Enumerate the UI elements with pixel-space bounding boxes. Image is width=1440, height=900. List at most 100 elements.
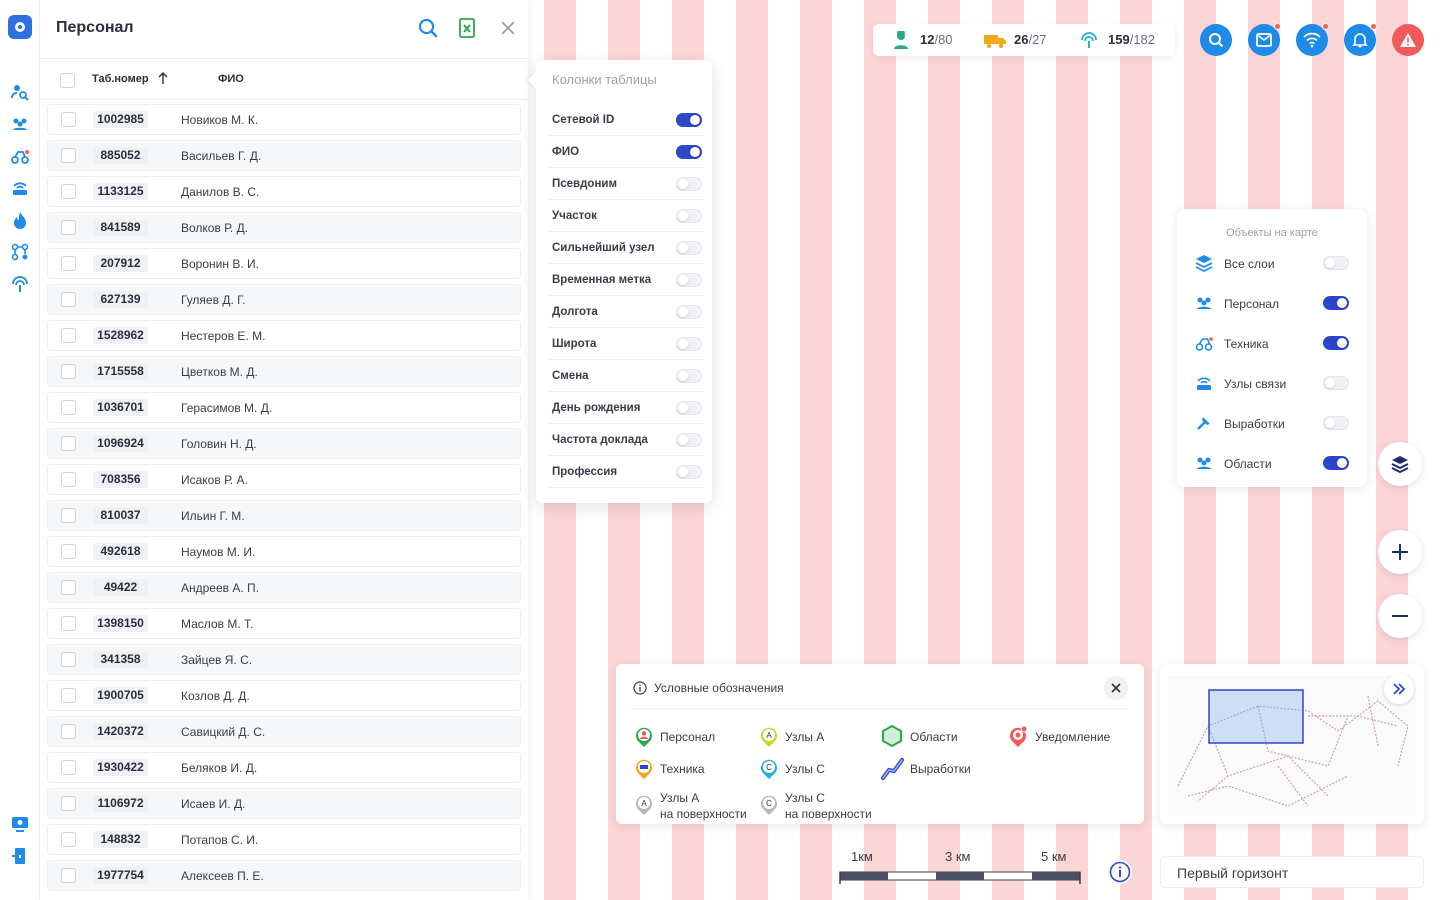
scale-label-5: 5 км xyxy=(1041,849,1067,864)
personnel-search-icon[interactable] xyxy=(10,82,30,102)
person-name: Зайцев Я. С. xyxy=(181,653,253,667)
column-toggle-switch[interactable] xyxy=(676,241,702,255)
alarm-button[interactable] xyxy=(1392,24,1424,56)
vehicle-icon[interactable] xyxy=(10,146,30,166)
table-row[interactable]: 341358 Зайцев Я. С. xyxy=(47,644,521,675)
zoom-in-button[interactable] xyxy=(1378,530,1422,574)
row-checkbox[interactable] xyxy=(61,256,76,271)
layers-button[interactable] xyxy=(1378,442,1422,486)
table-row[interactable]: 1002985 Новиков М. К. xyxy=(47,104,521,135)
table-row[interactable]: 1106972 Исаев И. Д. xyxy=(47,788,521,819)
row-checkbox[interactable] xyxy=(61,148,76,163)
table-row[interactable]: 1528962 Нестеров Е. М. xyxy=(47,320,521,351)
table-row[interactable]: 1977754 Алексеев П. Е. xyxy=(47,860,521,891)
select-all-checkbox[interactable] xyxy=(60,73,75,88)
row-checkbox[interactable] xyxy=(61,364,76,379)
row-checkbox[interactable] xyxy=(61,580,76,595)
table-row[interactable]: 1900705 Козлов Д. Д. xyxy=(47,680,521,711)
legend-nodes-a-surface-line1: Узлы А xyxy=(660,791,700,805)
map-search-button[interactable] xyxy=(1200,24,1232,56)
row-checkbox[interactable] xyxy=(61,652,76,667)
row-checkbox[interactable] xyxy=(61,220,76,235)
row-checkbox[interactable] xyxy=(61,688,76,703)
layer-toggle-switch[interactable] xyxy=(1323,296,1349,310)
row-checkbox[interactable] xyxy=(61,616,76,631)
router-icon[interactable] xyxy=(10,178,30,198)
table-row[interactable]: 627139 Гуляев Д. Г. xyxy=(47,284,521,315)
column-toggle-switch[interactable] xyxy=(676,401,702,415)
logout-icon[interactable] xyxy=(10,846,30,866)
column-tab-number[interactable]: Таб.номер xyxy=(92,72,168,85)
column-toggle-switch[interactable] xyxy=(676,337,702,351)
table-row[interactable]: 207912 Воронин В. И. xyxy=(47,248,521,279)
row-checkbox[interactable] xyxy=(61,724,76,739)
row-checkbox[interactable] xyxy=(61,328,76,343)
table-row[interactable]: 1715558 Цветков М. Д. xyxy=(47,356,521,387)
row-checkbox[interactable] xyxy=(61,544,76,559)
layer-toggle-switch[interactable] xyxy=(1323,336,1349,350)
fire-icon[interactable] xyxy=(10,210,30,230)
excel-export-icon[interactable] xyxy=(456,17,478,39)
network-icon[interactable] xyxy=(10,242,30,262)
columns-popup-title: Колонки таблицы xyxy=(552,72,657,87)
zoom-out-button[interactable] xyxy=(1378,594,1422,638)
table-row[interactable]: 708356 Исаков Р. А. xyxy=(47,464,521,495)
table-row[interactable]: 1398150 Маслов М. Т. xyxy=(47,608,521,639)
column-toggle-switch[interactable] xyxy=(676,177,702,191)
row-checkbox[interactable] xyxy=(61,472,76,487)
row-checkbox[interactable] xyxy=(61,436,76,451)
horizon-select[interactable]: Первый горизонт xyxy=(1160,856,1424,888)
table-row[interactable]: 885052 Васильев Г. Д. xyxy=(47,140,521,171)
signal-icon[interactable] xyxy=(10,274,30,294)
layer-toggle-switch[interactable] xyxy=(1323,416,1349,430)
row-checkbox[interactable] xyxy=(61,868,76,883)
table-row[interactable]: 810037 Ильин Г. М. xyxy=(47,500,521,531)
legend-close-button[interactable] xyxy=(1104,676,1128,700)
table-row[interactable]: 1133125 Данилов В. С. xyxy=(47,176,521,207)
row-checkbox[interactable] xyxy=(61,400,76,415)
row-checkbox[interactable] xyxy=(61,184,76,199)
monitor-settings-icon[interactable] xyxy=(10,814,30,834)
column-toggle-switch[interactable] xyxy=(676,305,702,319)
notifications-button[interactable] xyxy=(1344,23,1377,56)
layer-toggle-switch[interactable] xyxy=(1323,376,1349,390)
table-row[interactable]: 1420372 Савицкий Д. С. xyxy=(47,716,521,747)
layer-toggle-switch[interactable] xyxy=(1323,456,1349,470)
messages-button[interactable] xyxy=(1248,23,1281,56)
column-toggle-switch[interactable] xyxy=(676,465,702,479)
people-icon[interactable] xyxy=(10,114,30,134)
row-checkbox[interactable] xyxy=(61,292,76,307)
map-info-button[interactable] xyxy=(1108,860,1132,884)
minimap[interactable] xyxy=(1160,664,1424,824)
column-tab-number-label: Таб.номер xyxy=(92,73,149,85)
table-row[interactable]: 492618 Наумов М. И. xyxy=(47,536,521,567)
table-row[interactable]: 1096924 Головин Н. Д. xyxy=(47,428,521,459)
search-icon[interactable] xyxy=(417,17,439,39)
column-name[interactable]: ФИО xyxy=(218,73,244,85)
row-checkbox[interactable] xyxy=(61,796,76,811)
column-toggle-switch[interactable] xyxy=(676,433,702,447)
layer-toggle-switch[interactable] xyxy=(1323,256,1349,270)
minimap-expand-button[interactable] xyxy=(1384,674,1414,704)
table-row[interactable]: 148832 Потапов С. И. xyxy=(47,824,521,855)
table-row[interactable]: 1036701 Герасимов М. Д. xyxy=(47,392,521,423)
column-toggle-switch[interactable] xyxy=(676,369,702,383)
row-checkbox[interactable] xyxy=(61,508,76,523)
column-toggle-switch[interactable] xyxy=(676,209,702,223)
table-row[interactable]: 1930422 Беляков И. Д. xyxy=(47,752,521,783)
row-checkbox[interactable] xyxy=(61,832,76,847)
app-logo[interactable] xyxy=(8,15,32,39)
column-toggle-row: Частота доклада xyxy=(548,424,704,456)
double-chevron-right-icon xyxy=(1393,683,1406,695)
node-a-marker-icon: A xyxy=(761,727,777,747)
notification-marker-icon xyxy=(1010,726,1028,747)
connection-button[interactable] xyxy=(1296,23,1329,56)
row-checkbox[interactable] xyxy=(61,112,76,127)
close-icon[interactable] xyxy=(497,17,519,39)
row-checkbox[interactable] xyxy=(61,760,76,775)
table-row[interactable]: 841589 Волков Р. Д. xyxy=(47,212,521,243)
column-toggle-switch[interactable] xyxy=(676,113,702,127)
column-toggle-switch[interactable] xyxy=(676,273,702,287)
table-row[interactable]: 49422 Андреев А. П. xyxy=(47,572,521,603)
column-toggle-switch[interactable] xyxy=(676,145,702,159)
